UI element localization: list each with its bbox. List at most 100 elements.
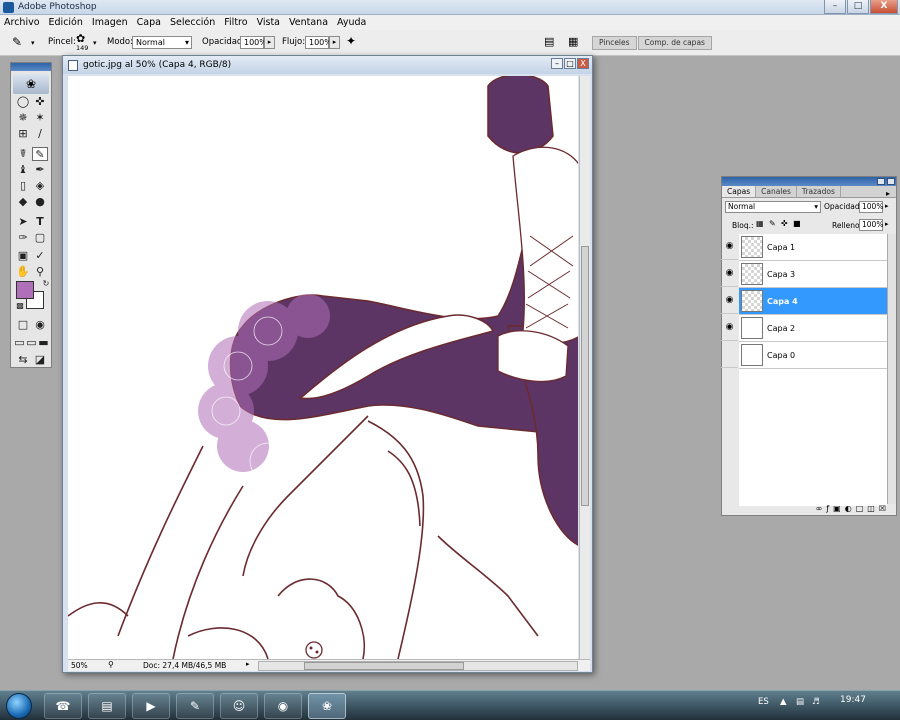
layer-row-capa-3[interactable]: Capa 3 xyxy=(739,261,887,288)
adjustment-layer-icon[interactable]: ◐ xyxy=(845,504,852,515)
visibility-eye-icon[interactable]: ◉ xyxy=(721,314,738,341)
mode-select[interactable]: Normal ▾ xyxy=(132,36,192,49)
layer-opacity-input[interactable]: 100% xyxy=(859,201,883,213)
foreground-color-swatch[interactable] xyxy=(16,281,34,299)
minimize-button[interactable]: – xyxy=(824,0,846,14)
tab-canales[interactable]: Canales xyxy=(756,186,797,197)
fill-input[interactable]: 100% xyxy=(859,219,883,231)
tab-capas[interactable]: Capas xyxy=(722,186,757,197)
swap-colors-icon[interactable]: ↻ xyxy=(38,277,54,291)
menu-seleccion[interactable]: Selección xyxy=(170,17,215,28)
lasso-tool-icon[interactable]: ✵ xyxy=(15,111,31,125)
marquee-tool-icon[interactable]: ◯ xyxy=(15,95,31,109)
status-menu-icon[interactable]: ▸ xyxy=(246,660,250,668)
lock-all-icon[interactable]: ■ xyxy=(793,219,801,228)
menu-filtro[interactable]: Filtro xyxy=(224,17,247,28)
layer-row-capa-4[interactable]: Capa 4 xyxy=(739,288,887,315)
tab-pinceles[interactable]: Pinceles xyxy=(592,36,637,50)
move-tool-icon[interactable]: ✜ xyxy=(32,95,48,109)
opacity-slider-icon[interactable]: ▸ xyxy=(264,36,275,49)
paint-program-icon[interactable]: ✎ xyxy=(176,693,214,719)
new-layer-icon[interactable]: ◫ xyxy=(867,504,875,515)
zoom-level-field[interactable]: 50% xyxy=(71,661,95,671)
lock-transparency-icon[interactable]: ▦ xyxy=(756,219,764,228)
layer-row-capa-2[interactable]: Capa 2 xyxy=(739,315,887,342)
history-brush-tool-icon[interactable]: ✒ xyxy=(32,163,48,177)
screen-mode-full-icon[interactable]: ▬ xyxy=(37,336,50,350)
brush-tool-preset-icon[interactable]: ✎ xyxy=(12,35,22,49)
panel-minimize-button[interactable] xyxy=(877,178,885,185)
airbrush-icon[interactable]: ✦ xyxy=(346,34,356,48)
language-indicator[interactable]: ES xyxy=(758,697,769,707)
path-selection-tool-icon[interactable]: ➤ xyxy=(15,215,31,229)
brush-tool-icon[interactable]: ✎ xyxy=(32,147,48,161)
messenger-icon[interactable]: ☺ xyxy=(220,693,258,719)
document-canvas[interactable] xyxy=(68,76,578,659)
standard-mode-icon[interactable]: □ xyxy=(15,318,31,332)
flow-slider-icon[interactable]: ▸ xyxy=(329,36,340,49)
blend-mode-select[interactable]: Normal ▾ xyxy=(725,201,821,213)
layer-opacity-slider-icon[interactable]: ▸ xyxy=(885,202,889,210)
file-explorer-icon[interactable]: ▤ xyxy=(88,693,126,719)
menu-ventana[interactable]: Ventana xyxy=(289,17,328,28)
document-minimize-button[interactable]: – xyxy=(551,58,563,69)
menu-edicion[interactable]: Edición xyxy=(49,17,83,28)
new-group-icon[interactable]: □ xyxy=(856,504,864,515)
chrome-icon[interactable]: ◉ xyxy=(264,693,302,719)
palette-well-icon[interactable]: ▦ xyxy=(568,35,578,48)
link-layers-icon[interactable]: ∞ xyxy=(816,504,823,515)
delete-layer-icon[interactable]: ☒ xyxy=(879,504,886,515)
start-button[interactable] xyxy=(6,693,32,719)
opacity-input[interactable]: 100% xyxy=(240,36,267,49)
menu-vista[interactable]: Vista xyxy=(257,17,280,28)
default-colors-icon[interactable]: ▩ xyxy=(12,299,28,313)
document-close-button[interactable]: X xyxy=(577,58,589,69)
lock-pixels-icon[interactable]: ✎ xyxy=(769,219,776,228)
menu-imagen[interactable]: Imagen xyxy=(92,17,128,28)
document-vertical-scrollbar[interactable] xyxy=(579,76,590,659)
tray-chevron-icon[interactable]: ▲ xyxy=(780,697,787,707)
maximize-button[interactable]: □ xyxy=(847,0,869,14)
photoshop-taskbar-icon[interactable]: ❀ xyxy=(308,693,346,719)
paint-bucket-tool-icon[interactable]: ◈ xyxy=(32,179,48,193)
magic-wand-tool-icon[interactable]: ✶ xyxy=(32,111,48,125)
dodge-tool-icon[interactable]: ● xyxy=(32,195,48,209)
media-player-icon[interactable]: ▶ xyxy=(132,693,170,719)
toolbox-header[interactable] xyxy=(11,63,51,71)
brush-picker-icon[interactable]: ▾ xyxy=(93,39,97,47)
network-icon[interactable]: ▤ xyxy=(796,697,804,707)
clone-stamp-tool-icon[interactable]: ♝ xyxy=(15,163,31,177)
visibility-eye-icon[interactable]: ◉ xyxy=(721,287,738,314)
document-horizontal-scrollbar[interactable] xyxy=(258,661,578,671)
healing-brush-tool-icon[interactable]: ☤ xyxy=(15,147,31,161)
menu-archivo[interactable]: Archivo xyxy=(4,17,40,28)
eraser-tool-icon[interactable]: ▯ xyxy=(15,179,31,193)
document-titlebar[interactable]: gotic.jpg al 50% (Capa 4, RGB/8) – □ X xyxy=(63,56,592,74)
shape-tool-icon[interactable]: ▢ xyxy=(32,231,48,245)
close-button[interactable]: X xyxy=(870,0,898,14)
menu-capa[interactable]: Capa xyxy=(137,17,161,28)
vertical-scroll-thumb[interactable] xyxy=(581,246,589,506)
layer-row-capa-1[interactable]: Capa 1 xyxy=(739,234,887,261)
internet-explorer-icon[interactable]: ☎ xyxy=(44,693,82,719)
visibility-eye-hidden[interactable] xyxy=(721,341,738,368)
blur-tool-icon[interactable]: ◆ xyxy=(15,195,31,209)
file-browser-icon[interactable]: ▤ xyxy=(544,35,554,48)
layer-mask-icon[interactable]: ▣ xyxy=(833,504,841,515)
visibility-eye-icon[interactable]: ◉ xyxy=(721,260,738,287)
preset-dropdown-icon[interactable]: ▾ xyxy=(31,39,35,47)
horizontal-scroll-thumb[interactable] xyxy=(304,662,464,670)
tab-comp-capas[interactable]: Comp. de capas xyxy=(637,36,712,50)
lock-position-icon[interactable]: ✜ xyxy=(781,219,788,228)
visibility-eye-icon[interactable]: ◉ xyxy=(721,233,738,260)
fill-slider-icon[interactable]: ▸ xyxy=(885,220,889,228)
crop-tool-icon[interactable]: ⊞ xyxy=(15,127,31,141)
type-tool-icon[interactable]: T xyxy=(32,215,48,229)
hand-tool-icon[interactable]: ✋ xyxy=(15,265,31,279)
layers-panel-header[interactable] xyxy=(722,177,896,186)
pen-tool-icon[interactable]: ✑ xyxy=(15,231,31,245)
layer-row-capa-0[interactable]: Capa 0 xyxy=(739,342,887,369)
imageready-icon[interactable]: ◪ xyxy=(32,353,48,367)
notes-tool-icon[interactable]: ▣ xyxy=(15,249,31,263)
adobe-online-icon[interactable]: ❀ xyxy=(13,74,49,94)
